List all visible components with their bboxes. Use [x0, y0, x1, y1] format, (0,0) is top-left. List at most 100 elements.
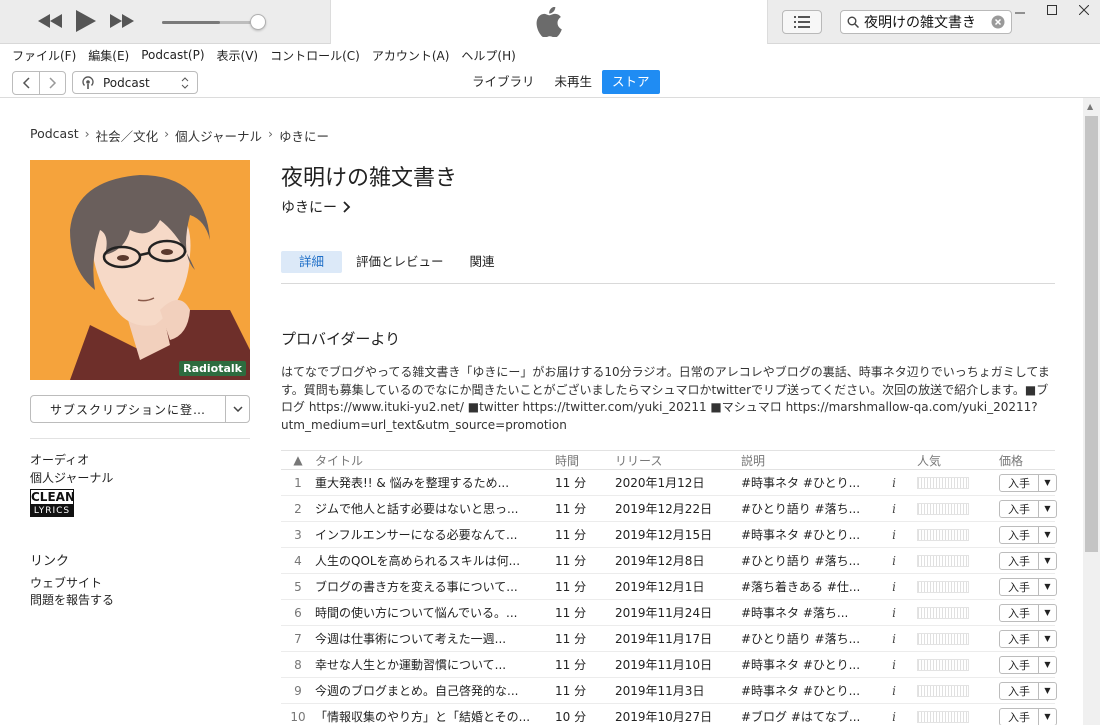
menu-podcast[interactable]: Podcast(P) — [135, 48, 210, 62]
price-header[interactable]: 価格 — [999, 452, 1055, 469]
info-icon[interactable]: i — [871, 658, 917, 672]
sort-number-header[interactable]: ▲ — [281, 453, 315, 467]
chevron-down-icon[interactable]: ▼ — [1038, 552, 1056, 569]
get-button[interactable]: 入手 ▼ — [999, 473, 1057, 492]
episode-title[interactable]: ジムで他人と話す必要はないと思っ... — [315, 500, 555, 517]
close-icon — [1079, 5, 1089, 15]
scrollbar-thumb[interactable] — [1085, 116, 1098, 552]
episode-title[interactable]: インフルエンサーになる必要なんて... — [315, 526, 555, 543]
genre-link[interactable]: 個人ジャーナル — [30, 469, 113, 487]
chevron-down-icon[interactable]: ▼ — [1038, 474, 1056, 491]
get-button[interactable]: 入手 ▼ — [999, 551, 1057, 570]
get-button[interactable]: 入手 ▼ — [999, 681, 1057, 700]
episode-row[interactable]: 2 ジムで他人と話す必要はないと思っ... 11 分 2019年12月22日 #ひとり語… — [281, 496, 1057, 522]
info-icon[interactable]: i — [871, 684, 917, 698]
chevron-down-icon[interactable]: ▼ — [1038, 630, 1056, 647]
breadcrumb-podcast[interactable]: Podcast — [30, 126, 79, 145]
subscribe-dropdown[interactable] — [225, 396, 249, 422]
get-button[interactable]: 入手 ▼ — [999, 525, 1057, 544]
author-link[interactable]: ゆきにー — [281, 197, 351, 217]
chevron-down-icon[interactable]: ▼ — [1038, 708, 1056, 725]
episode-row[interactable]: 4 人生のQOLを高められるスキルは何... 11 分 2019年12月8日 #ひとり語… — [281, 548, 1057, 574]
breadcrumb: Podcast › 社会／文化 › 個人ジャーナル › ゆきにー — [30, 126, 329, 145]
episode-title[interactable]: 「情報収集のやり方」と「結婚とその... — [315, 708, 555, 725]
clear-search-icon[interactable] — [991, 15, 1005, 29]
episode-row[interactable]: 8 幸せな人生とか運動習慣について... 11 分 2019年11月10日 #時事ネタ … — [281, 652, 1057, 678]
subscribe-button[interactable]: サブスクリプションに登… — [30, 395, 250, 423]
chevron-down-icon[interactable]: ▼ — [1038, 578, 1056, 595]
get-button[interactable]: 入手 ▼ — [999, 629, 1057, 648]
menu-view[interactable]: 表示(V) — [211, 47, 265, 64]
episode-row[interactable]: 5 ブログの書き方を変える事について... 11 分 2019年12月1日 #落ち着きあ… — [281, 574, 1057, 600]
back-button[interactable] — [13, 72, 39, 94]
get-button[interactable]: 入手 ▼ — [999, 577, 1057, 596]
info-icon[interactable]: i — [871, 606, 917, 620]
get-button[interactable]: 入手 ▼ — [999, 655, 1057, 674]
close-button[interactable] — [1068, 0, 1100, 20]
scroll-up-icon[interactable]: ▲ — [1087, 102, 1093, 111]
website-link[interactable]: ウェブサイト — [30, 575, 114, 592]
maximize-button[interactable] — [1036, 0, 1068, 20]
info-icon[interactable]: i — [871, 632, 917, 646]
title-header[interactable]: タイトル — [315, 452, 555, 469]
chevron-down-icon[interactable]: ▼ — [1038, 526, 1056, 543]
breadcrumb-category[interactable]: 社会／文化 — [96, 126, 159, 145]
info-icon[interactable]: i — [871, 528, 917, 542]
menu-file[interactable]: ファイル(F) — [6, 47, 82, 64]
episode-row[interactable]: 6 時間の使い方について悩んでいる。... 11 分 2019年11月24日 #時事ネタ… — [281, 600, 1057, 626]
rewind-button[interactable] — [38, 14, 62, 28]
episode-row[interactable]: 10 「情報収集のやり方」と「結婚とその... 10 分 2019年10月27日 #ブロ… — [281, 704, 1057, 725]
chevron-down-icon[interactable]: ▼ — [1038, 656, 1056, 673]
info-icon[interactable]: i — [871, 580, 917, 594]
tab-library[interactable]: ライブラリ — [462, 70, 545, 94]
episode-title[interactable]: ブログの書き方を変える事について... — [315, 578, 555, 595]
episode-title[interactable]: 今週のブログまとめ。自己啓発的な... — [315, 682, 555, 699]
volume-slider[interactable] — [162, 14, 266, 30]
popularity-header[interactable]: 人気 — [917, 452, 999, 469]
chevron-down-icon[interactable]: ▼ — [1038, 604, 1056, 621]
tab-store[interactable]: ストア — [602, 70, 660, 94]
episode-row[interactable]: 7 今週は仕事術について考えた一週... 11 分 2019年11月17日 #ひとり語り… — [281, 626, 1057, 652]
menu-help[interactable]: ヘルプ(H) — [455, 47, 521, 64]
chevron-down-icon[interactable]: ▼ — [1038, 500, 1056, 517]
info-icon[interactable]: i — [871, 476, 917, 490]
info-icon[interactable]: i — [871, 554, 917, 568]
menu-control[interactable]: コントロール(C) — [264, 47, 366, 64]
episode-row[interactable]: 1 重大発表!! & 悩みを整理するため... 11 分 2020年1月12日 #時事ネ… — [281, 470, 1057, 496]
breadcrumb-subcategory[interactable]: 個人ジャーナル — [175, 126, 262, 145]
time-header[interactable]: 時間 — [555, 452, 615, 469]
volume-knob[interactable] — [250, 14, 266, 30]
fast-forward-button[interactable] — [110, 14, 134, 28]
get-button[interactable]: 入手 ▼ — [999, 707, 1057, 725]
search-input[interactable]: 夜明けの雑文書き — [864, 12, 991, 32]
episode-title[interactable]: 時間の使い方について悩んでいる。... — [315, 604, 555, 621]
menu-account[interactable]: アカウント(A) — [366, 47, 456, 64]
info-icon[interactable]: i — [871, 502, 917, 516]
description-header[interactable]: 説明 — [741, 452, 871, 469]
menu-edit[interactable]: 編集(E) — [82, 47, 135, 64]
tab-details[interactable]: 詳細 — [281, 251, 343, 273]
chevron-down-icon[interactable]: ▼ — [1038, 682, 1056, 699]
tab-related[interactable]: 関連 — [458, 251, 507, 273]
podcast-artwork[interactable]: Radiotalk — [30, 160, 250, 380]
info-icon[interactable]: i — [871, 710, 917, 724]
vertical-scrollbar[interactable]: ▲ — [1083, 98, 1100, 725]
search-field[interactable]: 夜明けの雑文書き — [840, 10, 1012, 34]
forward-button[interactable] — [39, 72, 65, 94]
tab-unplayed[interactable]: 未再生 — [545, 70, 603, 94]
up-next-list-button[interactable] — [782, 10, 822, 34]
minimize-button[interactable] — [1004, 0, 1036, 20]
episode-row[interactable]: 9 今週のブログまとめ。自己啓発的な... 11 分 2019年11月3日 #時事ネタ … — [281, 678, 1057, 704]
episode-row[interactable]: 3 インフルエンサーになる必要なんて... 11 分 2019年12月15日 #時事ネタ… — [281, 522, 1057, 548]
report-problem-link[interactable]: 問題を報告する — [30, 592, 114, 609]
episode-title[interactable]: 幸せな人生とか運動習慣について... — [315, 656, 555, 673]
get-button[interactable]: 入手 ▼ — [999, 603, 1057, 622]
episode-title[interactable]: 人生のQOLを高められるスキルは何... — [315, 552, 555, 569]
tab-ratings-reviews[interactable]: 評価とレビュー — [344, 251, 456, 273]
episode-title[interactable]: 今週は仕事術について考えた一週... — [315, 630, 555, 647]
media-source-select[interactable]: Podcast — [72, 71, 198, 94]
play-button[interactable] — [76, 10, 96, 32]
episode-title[interactable]: 重大発表!! & 悩みを整理するため... — [315, 474, 555, 491]
get-button[interactable]: 入手 ▼ — [999, 499, 1057, 518]
release-header[interactable]: リリース — [615, 452, 741, 469]
